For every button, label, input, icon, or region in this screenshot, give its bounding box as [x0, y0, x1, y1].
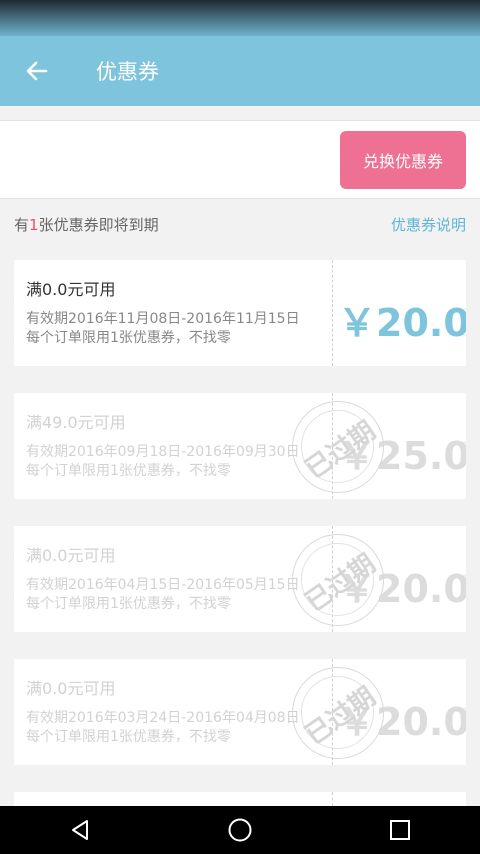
perforated-edge	[14, 260, 17, 366]
back-button[interactable]	[0, 36, 74, 106]
circle-home-icon	[228, 818, 252, 842]
expired-stamp: 已过期	[292, 401, 384, 493]
expiry-prefix: 有	[14, 215, 30, 234]
redeem-coupon-button[interactable]: 兑换优惠券	[340, 131, 466, 189]
coupon-condition: 满0.0元可用	[26, 280, 116, 299]
coupon-validity: 有效期2016年04月15日-2016年05月15日	[26, 577, 300, 593]
coupon-validity: 有效期2016年09月18日-2016年09月30日	[26, 444, 300, 460]
coupon-rule: 每个订单限用1张优惠券，不找零	[26, 330, 231, 346]
nav-back-button[interactable]	[40, 806, 120, 854]
coupon-rule: 每个订单限用1张优惠券，不找零	[26, 729, 231, 745]
coupon-rule: 每个订单限用1张优惠券，不找零	[26, 596, 231, 612]
page-title: 优惠券	[96, 60, 159, 84]
expired-stamp-text: 已过期	[299, 681, 381, 751]
redeem-panel: 兑换优惠券	[0, 120, 480, 199]
status-bar	[0, 0, 480, 36]
square-recent-icon	[390, 820, 410, 840]
expiry-message: 有1张优惠券即将到期	[14, 214, 159, 235]
coupon-rule: 每个订单限用1张优惠券，不找零	[26, 463, 231, 479]
expiry-info: 有1张优惠券即将到期 优惠券说明	[14, 213, 466, 235]
expiry-suffix: 张优惠券即将到期	[38, 215, 159, 234]
triangle-back-icon	[72, 820, 88, 840]
coupon-condition: 满49.0元可用	[26, 413, 126, 432]
arrow-left-icon	[26, 61, 48, 81]
coupon-card[interactable]: 满0.0元可用 有效期2016年11月08日-2016年11月15日 每个订单限…	[14, 260, 466, 366]
expired-stamp-text: 已过期	[299, 415, 381, 485]
coupon-card-expired[interactable]: 满0.0元可用 有效期2016年03月24日-2016年04月08日 每个订单限…	[14, 659, 466, 765]
perforated-edge	[14, 659, 17, 765]
coupon-instructions-link[interactable]: 优惠券说明	[391, 214, 466, 235]
expired-stamp-text: 已过期	[299, 548, 381, 618]
expired-stamp: 已过期	[292, 534, 384, 626]
perforated-edge	[14, 393, 17, 499]
coupon-validity: 有效期2016年03月24日-2016年04月08日	[26, 710, 300, 726]
coupon-condition: 满0.0元可用	[26, 679, 116, 698]
nav-recent-button[interactable]	[360, 806, 440, 854]
dashed-divider	[332, 260, 333, 366]
expired-stamp: 已过期	[292, 667, 384, 759]
coupon-code-input[interactable]	[14, 131, 324, 189]
coupon-condition: 满0.0元可用	[26, 546, 116, 565]
nav-home-button[interactable]	[200, 806, 280, 854]
system-nav-bar	[0, 806, 480, 854]
expiry-count: 1	[29, 215, 39, 234]
coupon-card-expired[interactable]: 满0.0元可用 有效期2016年04月15日-2016年05月15日 每个订单限…	[14, 526, 466, 632]
coupon-amount: ￥20.0	[338, 301, 466, 345]
perforated-edge	[14, 526, 17, 632]
coupon-card-expired[interactable]: 满49.0元可用 有效期2016年09月18日-2016年09月30日 每个订单…	[14, 393, 466, 499]
coupon-validity: 有效期2016年11月08日-2016年11月15日	[26, 311, 300, 327]
app-bar: 优惠券	[0, 36, 480, 106]
